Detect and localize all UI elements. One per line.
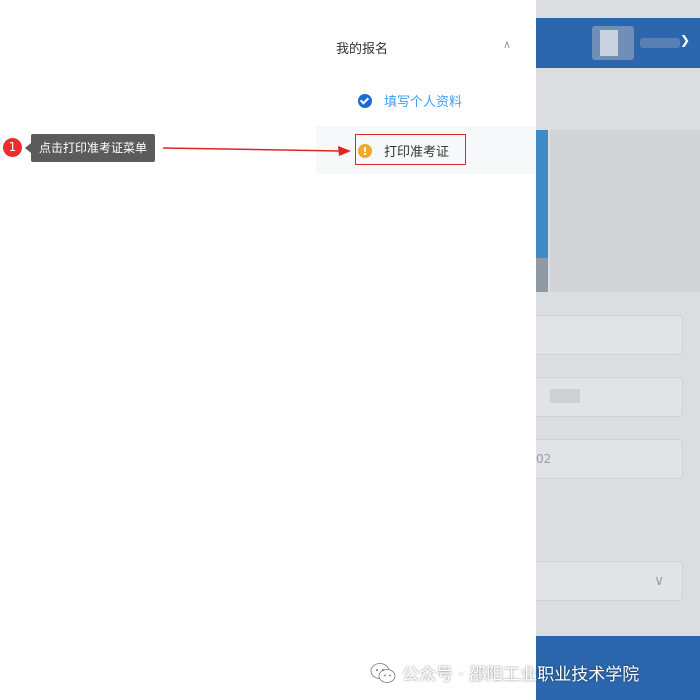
annotation-arrow (162, 146, 351, 156)
watermark-text: 公众号 · 邵阳工业职业技术学院 (402, 665, 640, 685)
watermark: 公众号 · 邵阳工业职业技术学院 (370, 660, 639, 685)
wechat-icon (370, 662, 396, 683)
